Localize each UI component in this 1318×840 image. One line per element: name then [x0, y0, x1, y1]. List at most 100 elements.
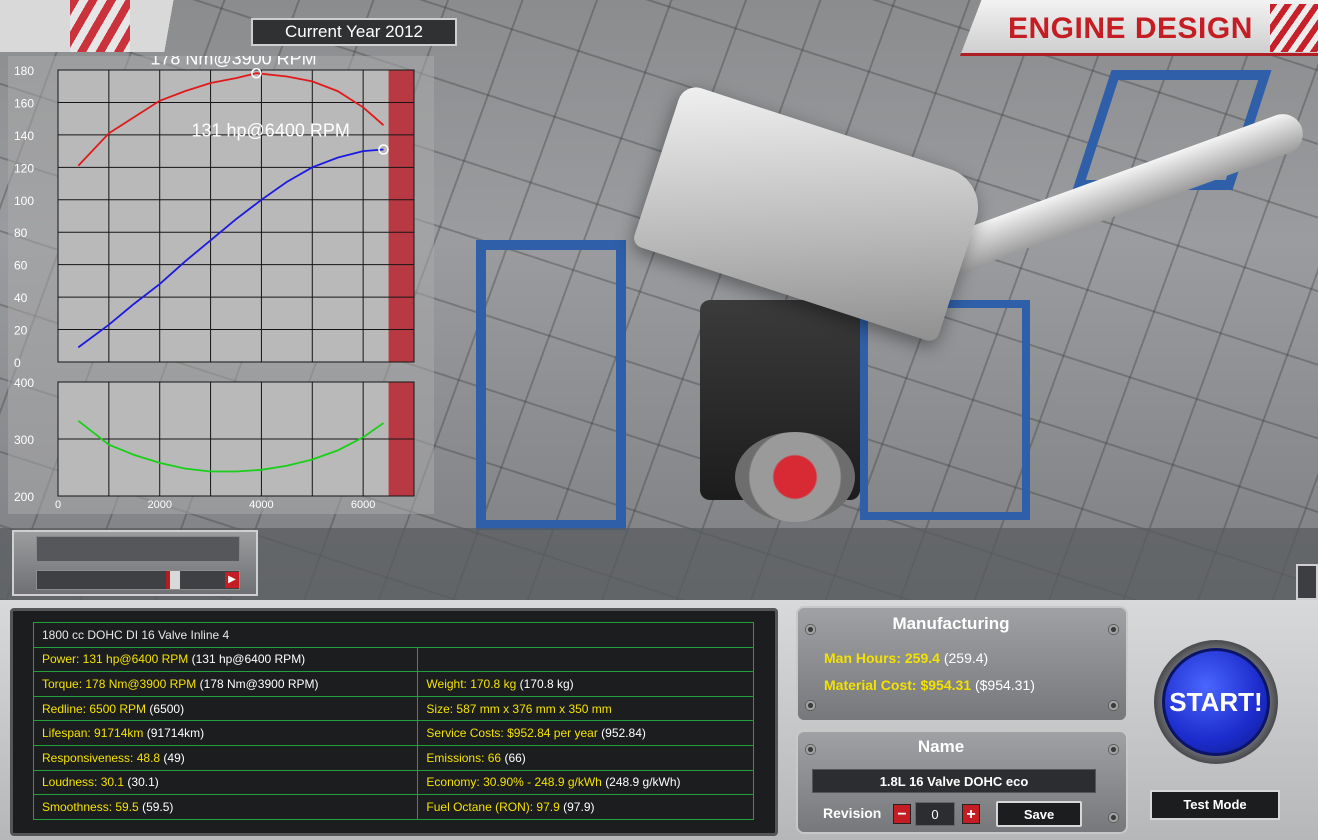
stat-value: Torque: 178 Nm@3900 RPM — [42, 676, 197, 691]
y-tick-label: 180 — [14, 64, 34, 78]
stat-cell-right: Size: 587 mm x 376 mm x 350 mm — [417, 695, 754, 722]
y-tick-label: 200 — [14, 490, 34, 504]
revision-increment-button[interactable]: + — [962, 804, 980, 824]
y-tick-label: 100 — [14, 194, 34, 208]
stat-cell-right: Emissions: 66 (66) — [417, 744, 754, 771]
stat-cell-left: Lifespan: 91714km (91714km) — [32, 720, 419, 746]
man-hours: Man Hours: 259.4 (259.4) — [824, 650, 988, 666]
y-tick-label: 160 — [14, 96, 34, 110]
stat-base-value: (66) — [504, 750, 526, 765]
stat-cell-left: Power: 131 hp@6400 RPM (131 hp@6400 RPM) — [32, 646, 419, 673]
stat-value: Fuel Octane (RON): 97.9 — [426, 799, 560, 814]
stat-value: Loudness: 30.1 — [42, 775, 125, 790]
material-cost: Material Cost: $954.31 ($954.31) — [824, 677, 1035, 693]
redline-band — [388, 70, 414, 362]
manufacturing-title: Manufacturing — [892, 614, 1010, 633]
test-mode-button[interactable]: Test Mode — [1150, 790, 1280, 820]
stat-base-value: (248.9 g/kWh) — [605, 775, 681, 790]
rpm-slider-thumb[interactable] — [166, 571, 180, 589]
stat-value: Emissions: 66 — [426, 750, 502, 765]
y-tick-label: 20 — [14, 324, 28, 338]
start-button[interactable]: START! — [1162, 648, 1270, 756]
stat-base-value: (170.8 kg) — [519, 676, 574, 691]
stat-base-value: (59.5) — [142, 799, 174, 814]
stats-row: Redline: 6500 RPM (6500) Size: 587 mm x 3… — [32, 695, 754, 722]
man-hours-base: (259.4) — [943, 650, 989, 666]
revision-decrement-button[interactable]: − — [893, 804, 911, 824]
material-cost-value: Material Cost: $954.31 — [824, 677, 972, 693]
stat-value: Weight: 170.8 kg — [426, 676, 517, 691]
stat-base-value: (91714km) — [146, 726, 205, 741]
x-tick-label: 2000 — [147, 499, 171, 511]
slider-arrow-right-icon[interactable]: ▶ — [225, 572, 239, 588]
rpm-slider-display — [36, 536, 240, 562]
bolt-icon — [1108, 700, 1119, 711]
stats-row: Loudness: 30.1 (30.1) Economy: 30.90% - 2… — [32, 769, 754, 796]
stat-cell-left: Loudness: 30.1 (30.1) — [32, 769, 419, 796]
engine-flywheel — [735, 432, 855, 522]
y-tick-label: 80 — [14, 226, 28, 240]
y-tick-label: 0 — [14, 356, 21, 370]
stat-cell-left: Redline: 6500 RPM (6500) — [32, 695, 419, 722]
stat-base-value: (131 hp@6400 RPM) — [191, 652, 306, 667]
stat-value: Responsiveness: 48.8 — [42, 750, 161, 765]
stat-value: Power: 131 hp@6400 RPM — [42, 652, 189, 667]
bolt-icon — [1108, 812, 1119, 823]
bolt-icon — [805, 700, 816, 711]
stat-cell-left: Torque: 178 Nm@3900 RPM (178 Nm@3900 RPM… — [32, 671, 419, 697]
save-button[interactable]: Save — [996, 801, 1082, 827]
stats-row: Power: 131 hp@6400 RPM (131 hp@6400 RPM) — [32, 646, 754, 673]
y-tick-label: 40 — [14, 291, 28, 305]
stat-base-value: (952.84) — [601, 726, 646, 741]
peak-annotation: 178 Nm@3900 RPM — [150, 56, 316, 68]
header-strip-left — [0, 0, 280, 52]
y-tick-label: 140 — [14, 129, 34, 143]
current-year-badge: Current Year 2012 — [251, 18, 457, 46]
stat-value: Smoothness: 59.5 — [42, 799, 139, 814]
stat-value: Service Costs: $952.84 per year — [426, 726, 598, 741]
stat-value: Redline: 6500 RPM — [42, 701, 147, 716]
engine-stats-table: 1800 cc DOHC DI 16 Valve Inline 4 Power:… — [32, 622, 754, 820]
side-panel-tab[interactable] — [1296, 564, 1318, 600]
bolt-icon — [1108, 744, 1119, 755]
stat-cell-right: Service Costs: $952.84 per year (952.84) — [417, 720, 754, 746]
y-tick-label: 400 — [14, 376, 34, 390]
stat-cell-right — [417, 646, 754, 673]
stat-cell-right: Fuel Octane (RON): 97.9 (97.9) — [417, 794, 754, 820]
x-tick-label: 4000 — [249, 499, 273, 511]
peak-annotation: 131 hp@6400 RPM — [191, 120, 349, 140]
stats-row: Lifespan: 91714km (91714km) Service Costs… — [32, 720, 754, 746]
stats-row: Responsiveness: 48.8 (49) Emissions: 66 (… — [32, 744, 754, 771]
engine-description: 1800 cc DOHC DI 16 Valve Inline 4 — [33, 622, 754, 648]
rpm-slider-track[interactable] — [36, 570, 240, 590]
y-tick-label: 120 — [14, 161, 34, 175]
engine-stand-frame-near — [860, 300, 1030, 520]
stat-cell-right: Economy: 30.90% - 248.9 g/kWh (248.9 g/k… — [417, 769, 754, 796]
title-stripes — [1270, 4, 1318, 52]
material-cost-base: ($954.31) — [974, 677, 1035, 693]
performance-chart: 180160140120100806040200178 Nm@3900 RPM1… — [14, 56, 415, 511]
x-tick-label: 0 — [55, 499, 61, 511]
bolt-icon — [1108, 624, 1119, 635]
revision-value: 0 — [915, 802, 955, 826]
stat-cell-left: Responsiveness: 48.8 (49) — [32, 744, 419, 771]
plot-area — [57, 69, 415, 363]
x-tick-label: 6000 — [351, 499, 375, 511]
page-title: ENGINE DESIGN — [1008, 12, 1253, 45]
y-tick-label: 60 — [14, 259, 28, 273]
stat-cell-right: Weight: 170.8 kg (170.8 kg) — [417, 671, 754, 697]
stat-value: Size: 587 mm x 376 mm x 350 mm — [426, 701, 612, 716]
revision-label: Revision — [823, 805, 882, 821]
stat-base-value: (30.1) — [127, 775, 159, 790]
man-hours-value: Man Hours: 259.4 — [824, 650, 940, 666]
y-tick-label: 300 — [14, 433, 34, 447]
stat-base-value: (49) — [163, 750, 185, 765]
performance-chart-panel: 180 160 140 120 100 80 60 40 20 0 178 Nm@3900 RPM 1… — [8, 56, 434, 514]
stat-value: Economy: 30.90% - 248.9 g/kWh — [426, 775, 602, 790]
stat-base-value: (178 Nm@3900 RPM) — [199, 676, 319, 691]
engine-name-field[interactable]: 1.8L 16 Valve DOHC eco — [812, 769, 1096, 793]
stats-row: Torque: 178 Nm@3900 RPM (178 Nm@3900 RPM… — [32, 671, 754, 697]
stats-row: Smoothness: 59.5 (59.5) Fuel Octane (RON)… — [32, 794, 754, 820]
stat-base-value: (97.9) — [563, 799, 595, 814]
stats-header-row: 1800 cc DOHC DI 16 Valve Inline 4 — [33, 622, 754, 648]
